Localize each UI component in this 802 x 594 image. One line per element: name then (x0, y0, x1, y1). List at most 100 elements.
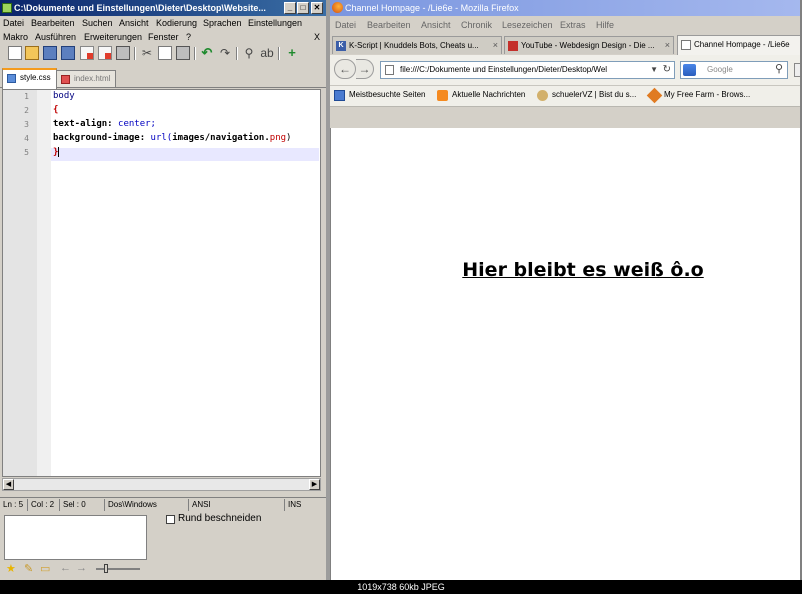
menu-makro[interactable]: Makro (3, 32, 28, 42)
menu-sprachen[interactable]: Sprachen (203, 18, 242, 28)
reload-icon[interactable]: ↻ (663, 62, 671, 78)
zoom-in-icon[interactable]: + (285, 46, 299, 60)
tab-style-css[interactable]: style.css (2, 68, 57, 89)
line-number-gutter: 1 2 3 4 5 (3, 90, 37, 476)
copy-icon[interactable] (158, 46, 172, 60)
css-value: center; (118, 119, 156, 129)
cut-icon[interactable]: ✂ (140, 46, 154, 60)
ff-tab-kscript[interactable]: K K-Script | Knuddels Bots, Cheats u... … (332, 36, 502, 54)
npp-title-bar[interactable]: C:\Dokumente und Einstellungen\Dieter\De… (0, 0, 326, 16)
rund-beschneiden-checkbox[interactable] (166, 515, 175, 524)
ff-menu-datei[interactable]: Datei (335, 20, 356, 30)
k-script-favicon-icon: K (336, 41, 346, 51)
back-arrow-icon[interactable]: ← (60, 562, 71, 574)
replace-icon[interactable]: ab (260, 46, 274, 60)
menu-ausfuehren[interactable]: Ausführen (35, 32, 76, 42)
tab-index-html[interactable]: index.html (56, 70, 117, 87)
bookmark-nachrichten[interactable]: Aktuelle Nachrichten (437, 90, 525, 101)
url-bar[interactable]: file:///C:/Dokumente und Einstellungen/D… (380, 61, 675, 79)
menu-suchen[interactable]: Suchen (82, 18, 113, 28)
maximize-button[interactable]: □ (297, 2, 309, 14)
toolbar-separator (194, 47, 196, 60)
code-line-4: background-image: url(images/navigation.… (53, 133, 291, 143)
find-icon[interactable]: ⚲ (242, 46, 256, 60)
page-icon (385, 65, 394, 75)
youtube-favicon-icon (508, 41, 518, 51)
tab-close-icon[interactable]: × (665, 37, 670, 54)
ff-menu-lesezeichen[interactable]: Lesezeichen (502, 20, 553, 30)
menu-erweiterungen[interactable]: Erweiterungen (84, 32, 142, 42)
url-text: file:///C:/Dokumente und Einstellungen/D… (400, 65, 608, 74)
forward-arrow-icon[interactable]: → (76, 562, 87, 574)
rss-feed-icon (437, 90, 448, 101)
close-all-icon[interactable] (98, 46, 112, 60)
code-line-5: } (53, 147, 60, 158)
code-editor[interactable]: 1 2 3 4 5 body { text-align: center; bac… (2, 89, 321, 477)
undo-icon[interactable]: ↶ (200, 46, 214, 60)
open-file-icon[interactable] (25, 46, 39, 60)
star-icon[interactable]: ★ (6, 562, 16, 575)
menu-help[interactable]: ? (186, 32, 191, 42)
farm-icon (646, 87, 663, 104)
ff-navigation-bar: ← → file:///C:/Dokumente und Einstellung… (330, 55, 802, 86)
folder-icon[interactable]: ▭ (40, 562, 50, 575)
save-icon[interactable] (43, 46, 57, 60)
slider-handle[interactable] (104, 564, 108, 573)
url-dropdown-icon[interactable]: ▼ (650, 62, 658, 78)
minimize-button[interactable]: _ (284, 2, 296, 14)
npp-toolbar: ✂ ↶ ↷ ⚲ ab + (0, 44, 326, 64)
new-file-icon[interactable] (8, 46, 22, 60)
menu-einstellungen[interactable]: Einstellungen (248, 18, 302, 28)
bookmark-label: My Free Farm - Brows... (664, 90, 751, 99)
code-line-2: { (53, 105, 58, 115)
search-magnifier-icon[interactable]: ⚲ (775, 61, 783, 77)
firefox-logo-icon (332, 2, 343, 13)
save-all-icon[interactable] (61, 46, 75, 60)
close-button[interactable]: ✕ (311, 2, 323, 14)
back-button[interactable]: ← (334, 59, 356, 79)
bookmark-my-free-farm[interactable]: My Free Farm - Brows... (646, 87, 751, 104)
status-line: Ln : 5 (0, 499, 28, 511)
ff-menu-chronik[interactable]: Chronik (461, 20, 492, 30)
horizontal-scrollbar[interactable]: ◀ ▶ (2, 478, 321, 491)
toolbar-separator (236, 47, 238, 60)
page-content[interactable]: Hier bleibt es weiß ô.o (330, 128, 801, 580)
ff-menu-ansicht[interactable]: Ansicht (421, 20, 451, 30)
print-icon[interactable] (116, 46, 130, 60)
ff-tab-strip: K K-Script | Knuddels Bots, Cheats u... … (330, 35, 802, 55)
menu-ansicht[interactable]: Ansicht (119, 18, 149, 28)
menu-kodierung[interactable]: Kodierung (156, 18, 197, 28)
ff-menu-extras[interactable]: Extras (560, 20, 586, 30)
notepadpp-app-icon (2, 3, 12, 13)
page-favicon-icon (681, 40, 691, 50)
zoom-slider[interactable] (96, 564, 140, 573)
status-selection: Sel : 0 (60, 499, 105, 511)
npp-menubar-row2: Makro Ausführen Erweiterungen Fenster ? … (0, 31, 326, 44)
ff-title-bar[interactable]: Channel Hompage - /Lie6e - Mozilla Firef… (330, 0, 802, 16)
page-heading: Hier bleibt es weiß ô.o (462, 259, 704, 281)
line-number: 4 (24, 134, 29, 143)
tools-icon[interactable]: ✎ (24, 562, 33, 575)
scroll-right-arrow-icon[interactable]: ▶ (309, 479, 320, 490)
bookmark-schuelervz[interactable]: schuelerVZ | Bist du s... (537, 90, 636, 101)
css-property: text-align: (53, 119, 113, 129)
redo-icon[interactable]: ↷ (218, 46, 232, 60)
ff-tab-youtube[interactable]: YouTube - Webdesign Design - Die ... × (504, 36, 674, 54)
google-search-engine-icon[interactable] (683, 64, 696, 76)
menu-datei[interactable]: Datei (3, 18, 24, 28)
css-url-close: ) (286, 133, 292, 143)
close-file-icon[interactable] (80, 46, 94, 60)
ff-menu-hilfe[interactable]: Hilfe (596, 20, 614, 30)
tab-close-icon[interactable]: × (493, 37, 498, 54)
bookmark-meistbesuchte[interactable]: Meistbesuchte Seiten (334, 90, 426, 101)
scroll-left-arrow-icon[interactable]: ◀ (3, 479, 14, 490)
paste-icon[interactable] (176, 46, 190, 60)
ff-menu-bearbeiten[interactable]: Bearbeiten (367, 20, 411, 30)
close-document-button[interactable]: X (314, 32, 320, 42)
css-property: background-image: (53, 133, 146, 143)
ff-tab-channel-hompage[interactable]: Channel Hompage - /Lie6e (677, 35, 802, 55)
menu-bearbeiten[interactable]: Bearbeiten (31, 18, 75, 28)
menu-fenster[interactable]: Fenster (148, 32, 179, 42)
forward-button[interactable]: → (356, 59, 374, 79)
search-box[interactable]: Google ⚲ (680, 61, 788, 79)
